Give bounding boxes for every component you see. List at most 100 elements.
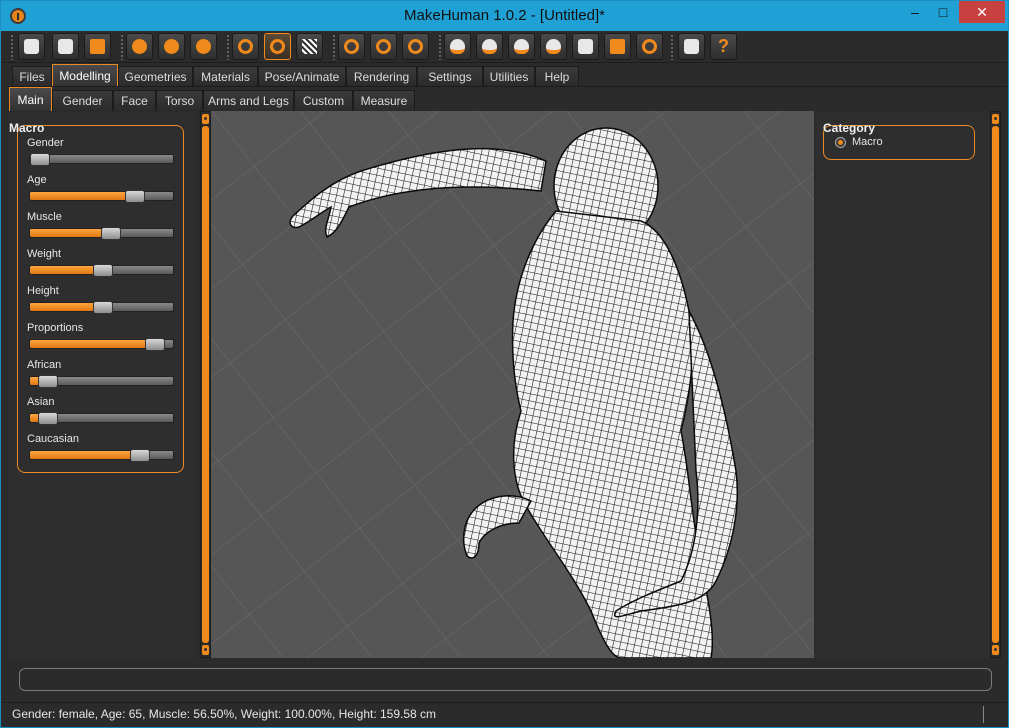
macro-radio-button[interactable] (835, 137, 846, 148)
tab-modelling[interactable]: Modelling (52, 64, 118, 86)
tab-pose-animate[interactable]: Pose/Animate (258, 66, 346, 86)
screenshot-button[interactable] (678, 33, 705, 60)
subtab-measure[interactable]: Measure (353, 90, 415, 111)
slider-age[interactable] (29, 190, 174, 203)
subtab-torso[interactable]: Torso (156, 90, 203, 111)
window-title: MakeHuman 1.0.2 - [Untitled]* (404, 7, 605, 24)
slider-asian[interactable] (29, 412, 174, 425)
slider-label-caucasian: Caucasian (27, 433, 79, 445)
tab-geometries[interactable]: Geometries (118, 66, 193, 86)
subtab-gender[interactable]: Gender (52, 90, 113, 111)
wireframe-button[interactable] (264, 33, 291, 60)
bottom-view-icon (514, 39, 529, 54)
slider-label-african: African (27, 359, 62, 371)
slider-african[interactable] (29, 375, 174, 388)
face-view-button[interactable] (572, 33, 599, 60)
head-view-icon (546, 39, 561, 54)
screenshot-icon (684, 39, 699, 54)
slider-muscle[interactable] (29, 227, 174, 240)
slider-fill (30, 266, 97, 274)
maximize-button[interactable]: □ (929, 1, 957, 23)
3d-viewport[interactable] (211, 111, 814, 658)
right-panel (816, 113, 990, 658)
scrollbar-thumb[interactable] (992, 126, 999, 643)
slider-handle[interactable] (101, 227, 121, 240)
save-button[interactable] (52, 33, 79, 60)
command-input[interactable] (19, 668, 992, 691)
tab-materials[interactable]: Materials (193, 66, 258, 86)
pose-button[interactable] (636, 33, 663, 60)
load-button[interactable] (18, 33, 45, 60)
toolbar-grip[interactable] (120, 34, 124, 60)
scroll-up-icon[interactable] (202, 114, 209, 124)
help-icon: ? (718, 36, 729, 56)
head-view-button[interactable] (540, 33, 567, 60)
slider-handle[interactable] (93, 264, 113, 277)
tab-rendering[interactable]: Rendering (346, 66, 417, 86)
slider-handle[interactable] (38, 412, 58, 425)
redo-button[interactable] (158, 33, 185, 60)
toolbar-grip[interactable] (438, 34, 442, 60)
slider-handle[interactable] (93, 301, 113, 314)
tab-utilities[interactable]: Utilities (483, 66, 535, 86)
tab-files[interactable]: Files (12, 66, 52, 86)
slider-weight[interactable] (29, 264, 174, 277)
redo-icon (164, 39, 179, 54)
subtab-main[interactable]: Main (9, 87, 52, 111)
category-title: Category (823, 121, 876, 135)
tab-help[interactable]: Help (535, 66, 579, 86)
scrollbar-thumb[interactable] (202, 126, 209, 643)
slider-handle[interactable] (125, 190, 145, 203)
reset-button[interactable] (190, 33, 217, 60)
slider-handle[interactable] (30, 153, 50, 166)
bottom-view-button[interactable] (508, 33, 535, 60)
scroll-up-icon[interactable] (992, 114, 999, 124)
help-button[interactable]: ? (710, 33, 737, 60)
slider-label-gender: Gender (27, 137, 64, 149)
right-view-button[interactable] (444, 33, 471, 60)
scroll-down-icon[interactable] (202, 645, 209, 655)
background-button[interactable] (296, 33, 323, 60)
top-view-button[interactable] (476, 33, 503, 60)
slider-label-weight: Weight (27, 248, 62, 260)
smooth-button[interactable] (232, 33, 259, 60)
background-icon (302, 39, 317, 54)
macro-radio-label[interactable]: Macro (852, 136, 883, 148)
back-view-button[interactable] (370, 33, 397, 60)
toolbar-grip[interactable] (226, 34, 230, 60)
subtab-face[interactable]: Face (113, 90, 156, 111)
toolbar-grip[interactable] (10, 34, 14, 60)
right-panel-scrollbar[interactable] (990, 111, 1001, 658)
left-view-button[interactable] (402, 33, 429, 60)
slider-gender[interactable] (29, 153, 174, 166)
save-icon (58, 39, 73, 54)
close-button[interactable]: ✕ (959, 1, 1005, 23)
left-view-icon (408, 39, 423, 54)
tab-settings[interactable]: Settings (417, 66, 483, 86)
subtab-custom[interactable]: Custom (294, 90, 353, 111)
back-view-icon (376, 39, 391, 54)
slider-fill (30, 229, 105, 237)
floor-grid (211, 111, 814, 658)
top-view-icon (482, 39, 497, 54)
toolbar-grip[interactable] (670, 34, 674, 60)
slider-handle[interactable] (145, 338, 165, 351)
slider-handle[interactable] (130, 449, 150, 462)
front-view-button[interactable] (338, 33, 365, 60)
slider-height[interactable] (29, 301, 174, 314)
torso-view-button[interactable] (604, 33, 631, 60)
left-panel-scrollbar[interactable] (200, 111, 211, 658)
slider-proportions[interactable] (29, 338, 174, 351)
slider-handle[interactable] (38, 375, 58, 388)
minimize-button[interactable]: – (901, 1, 929, 23)
pose-icon (642, 39, 657, 54)
export-button[interactable] (84, 33, 111, 60)
app-window: MakeHuman 1.0.2 - [Untitled]* – □ ✕ ? Fi… (0, 0, 1009, 728)
scroll-down-icon[interactable] (992, 645, 999, 655)
undo-button[interactable] (126, 33, 153, 60)
slider-caucasian[interactable] (29, 449, 174, 462)
subtab-arms-and-legs[interactable]: Arms and Legs (203, 90, 294, 111)
toolbar-grip[interactable] (332, 34, 336, 60)
smooth-icon (238, 39, 253, 54)
wireframe-model-view[interactable] (211, 111, 814, 658)
